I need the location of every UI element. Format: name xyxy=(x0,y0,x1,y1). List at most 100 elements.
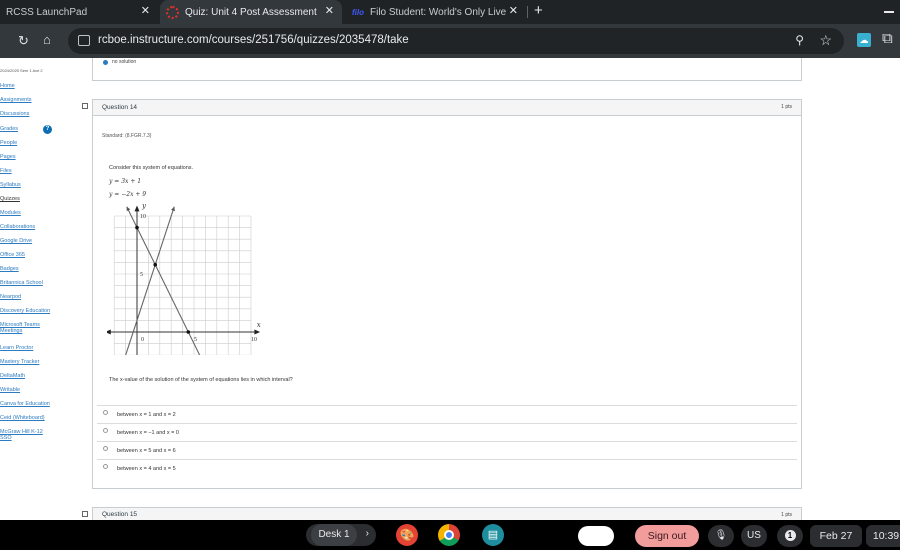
nav-syllabus[interactable]: Syllabus xyxy=(0,182,21,188)
x-tick-label: 0 xyxy=(141,337,144,343)
x-axis-label: x xyxy=(257,321,261,329)
nav-badges[interactable]: Badges xyxy=(0,266,19,272)
desk-label[interactable]: Desk 1 xyxy=(311,524,357,546)
tab-label: Filo Student: World's Only Live xyxy=(370,6,507,18)
nav-files[interactable]: Files xyxy=(0,168,12,174)
nav-office-365[interactable]: Office 365 xyxy=(0,252,25,258)
date-display[interactable]: Feb 27 xyxy=(810,525,862,547)
nav-mcgraw-hill[interactable]: McGraw Hill K-12 SSO xyxy=(0,429,44,441)
cloud-extension-icon[interactable]: ☁ xyxy=(857,33,871,47)
nav-whiteboard[interactable]: Ceid (Whiteboard) xyxy=(0,415,45,421)
tab-label: Quiz: Unit 4 Post Assessment xyxy=(185,6,317,18)
nav-google-drive[interactable]: Google Drive xyxy=(0,238,32,244)
flag-question-15-icon[interactable] xyxy=(82,511,88,517)
question-points: 1 pts xyxy=(781,512,792,518)
nav-home[interactable]: Home xyxy=(0,83,15,89)
selected-answer[interactable]: no solution xyxy=(103,59,136,65)
chrome-app-icon[interactable] xyxy=(438,524,460,546)
nav-canva[interactable]: Canva for Education xyxy=(0,401,50,407)
extensions-puzzle-icon[interactable]: ⧉ xyxy=(882,30,893,47)
nav-assignments[interactable]: Assignments xyxy=(0,97,32,103)
close-tab-icon[interactable]: ✕ xyxy=(509,4,518,17)
question-points: 1 pts xyxy=(781,104,792,110)
desk-switcher[interactable]: Desk 1 › xyxy=(306,524,376,546)
nav-modules[interactable]: Modules xyxy=(0,210,21,216)
y-tick-label: 10 xyxy=(140,214,146,220)
tab-rcss-launchpad[interactable]: RCSS LaunchPad ✕ xyxy=(0,0,158,24)
question-prompt: Consider this system of equations. xyxy=(109,165,194,171)
input-method[interactable]: US xyxy=(741,525,767,547)
question-15-card: Question 15 1 pts xyxy=(92,507,802,520)
nav-nearpod[interactable]: Nearpod xyxy=(0,294,21,300)
tab-filo[interactable]: filo Filo Student: World's Only Live ✕ xyxy=(346,0,526,24)
graph-point xyxy=(153,262,158,267)
time-display[interactable]: 10:39 xyxy=(866,525,900,547)
nav-quizzes[interactable]: Quizzes xyxy=(0,196,20,202)
nav-collaborations[interactable]: Collaborations xyxy=(0,224,35,230)
browser-toolbar: ↻ ⌂ rcboe.instructure.com/courses/251756… xyxy=(0,24,900,58)
question-title: Question 15 xyxy=(102,511,138,518)
address-bar[interactable]: rcboe.instructure.com/courses/251756/qui… xyxy=(68,28,844,54)
equation-1: y = 3x + 1 xyxy=(109,178,142,185)
nav-britannica[interactable]: Britannica School xyxy=(0,280,43,286)
system-graph: 0 5 10 5 10 x y xyxy=(107,202,261,355)
nav-pages[interactable]: Pages xyxy=(0,154,16,160)
nav-writable[interactable]: Writable xyxy=(0,387,20,393)
nav-grades[interactable]: Grades xyxy=(0,126,18,132)
answer-option[interactable]: between x = 4 and x = 5 xyxy=(97,459,797,477)
x-tick-label: 5 xyxy=(194,337,197,343)
tab-quiz[interactable]: Quiz: Unit 4 Post Assessment ✕ xyxy=(160,0,342,24)
y-tick-label: 5 xyxy=(140,272,143,278)
answer-option[interactable]: between x = 1 and x = 2 xyxy=(97,405,797,423)
browser-tab-strip: RCSS LaunchPad ✕ Quiz: Unit 4 Post Asses… xyxy=(0,0,900,24)
term-label: 2024/2025 Sem 1 Ave 2 xyxy=(0,68,43,73)
previous-question-card: no solution xyxy=(92,58,802,81)
os-shelf: Desk 1 › 🎨 ▤ Sign out 🎙 US 1 Feb 27 10:3… xyxy=(0,520,900,550)
close-tab-icon[interactable]: ✕ xyxy=(325,4,334,17)
radio-selected[interactable] xyxy=(103,59,108,65)
nav-microsoft-teams[interactable]: Microsoft Teams Meetings xyxy=(0,322,44,334)
answer-radio[interactable] xyxy=(103,428,108,433)
zoom-out-icon[interactable]: ⚲ xyxy=(795,33,804,47)
answer-radio[interactable] xyxy=(103,446,108,451)
question-header: Question 14 1 pts xyxy=(93,100,801,116)
x-axis-arrow-right xyxy=(254,329,261,335)
answer-option[interactable]: between x = 5 and x = 6 xyxy=(97,441,797,459)
microphone-icon[interactable]: 🎙 xyxy=(708,525,734,547)
answer-radio[interactable] xyxy=(103,410,108,415)
filo-favicon-icon: filo xyxy=(352,7,364,17)
answer-option[interactable]: between x = −1 and x = 0 xyxy=(97,423,797,441)
url-text[interactable]: rcboe.instructure.com/courses/251756/qui… xyxy=(98,34,409,46)
answer-label: between x = 4 and x = 5 xyxy=(117,466,176,472)
tote-holding-space-icon[interactable] xyxy=(578,526,614,546)
home-icon[interactable]: ⌂ xyxy=(43,32,51,47)
flag-question-14-icon[interactable] xyxy=(82,103,88,109)
paint-app-icon[interactable]: 🎨 xyxy=(396,524,418,546)
graph-line-1 xyxy=(125,206,175,355)
equation-2: y = −2x + 9 xyxy=(109,191,147,198)
reload-icon[interactable]: ↻ xyxy=(18,33,29,49)
nav-learn-proctor[interactable]: Learn Proctor xyxy=(0,345,33,351)
question-14-card: Question 14 1 pts Standard: (8.FGR.7.3) … xyxy=(92,99,802,489)
nav-mastery-tracker[interactable]: Mastery Tracker xyxy=(0,359,39,365)
answer-radio[interactable] xyxy=(103,464,108,469)
new-tab-icon[interactable]: + xyxy=(534,2,543,19)
classroom-app-icon[interactable]: ▤ xyxy=(482,524,504,546)
selected-answer-label: no solution xyxy=(112,59,137,65)
site-info-icon[interactable] xyxy=(78,35,90,46)
x-axis-arrow-left xyxy=(107,329,111,335)
bookmark-star-icon[interactable]: ☆ xyxy=(819,32,832,49)
nav-deltamath[interactable]: DeltaMath xyxy=(0,373,25,379)
nav-discussions[interactable]: Discussions xyxy=(0,111,29,117)
chevron-right-icon[interactable]: › xyxy=(366,528,369,539)
notifications-button[interactable]: 1 xyxy=(777,525,803,547)
question-title: Question 14 xyxy=(102,104,138,111)
nav-discovery-education[interactable]: Discovery Education xyxy=(0,308,50,314)
minimize-window-icon[interactable] xyxy=(884,11,894,13)
close-tab-icon[interactable]: ✕ xyxy=(141,4,150,17)
grades-badge: ? xyxy=(43,125,52,134)
graph-line-arrow xyxy=(171,206,175,212)
nav-people[interactable]: People xyxy=(0,140,17,146)
answer-list: between x = 1 and x = 2 between x = −1 a… xyxy=(93,405,801,477)
sign-out-button[interactable]: Sign out xyxy=(635,525,699,547)
